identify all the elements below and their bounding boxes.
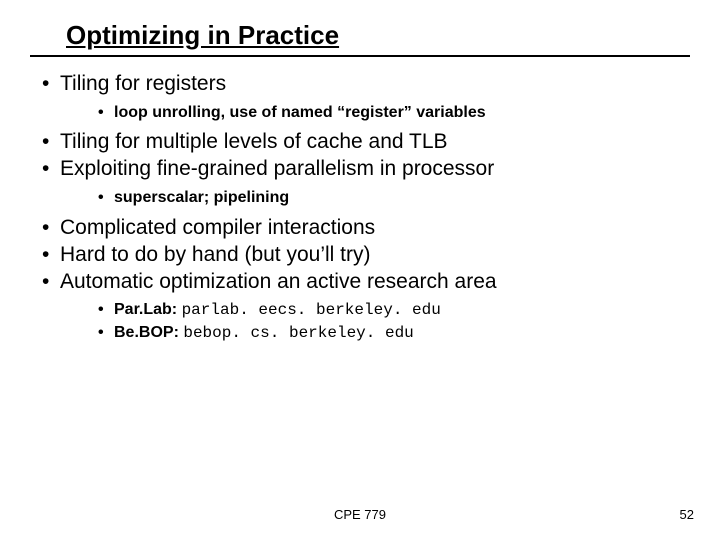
sub-bullet-text: loop unrolling, use of named “register” …	[114, 104, 486, 121]
sub-bullet-url: parlab. eecs. berkeley. edu	[182, 301, 441, 319]
sub-bullet-item: superscalar; pipelining	[98, 187, 690, 209]
footer-page-number: 52	[680, 507, 694, 522]
bullet-text: Tiling for registers	[60, 72, 226, 95]
bullet-item: Exploiting fine-grained parallelism in p…	[40, 156, 690, 208]
slide: Optimizing in Practice Tiling for regist…	[0, 0, 720, 540]
sub-bullet-label: Par.Lab:	[114, 301, 182, 318]
bullet-item: Tiling for multiple levels of cache and …	[40, 129, 690, 156]
sub-bullet-list: superscalar; pipelining	[98, 187, 690, 209]
footer-course: CPE 779	[0, 507, 720, 522]
sub-bullet-list: Par.Lab: parlab. eecs. berkeley. edu Be.…	[98, 299, 690, 344]
title-underline-rule	[30, 55, 690, 57]
bullet-item: Complicated compiler interactions	[40, 215, 690, 242]
sub-bullet-label: Be.BOP:	[114, 324, 183, 341]
sub-bullet-item: Be.BOP: bebop. cs. berkeley. edu	[98, 322, 690, 345]
slide-title: Optimizing in Practice	[66, 20, 690, 51]
bullet-text: Hard to do by hand (but you’ll try)	[60, 243, 371, 266]
bullet-text: Complicated compiler interactions	[60, 216, 375, 239]
bullet-text: Automatic optimization an active researc…	[60, 270, 497, 293]
bullet-item: Tiling for registers loop unrolling, use…	[40, 71, 690, 123]
bullet-text: Exploiting fine-grained parallelism in p…	[60, 157, 494, 180]
bullet-text: Tiling for multiple levels of cache and …	[60, 130, 448, 153]
sub-bullet-url: bebop. cs. berkeley. edu	[183, 324, 413, 342]
sub-bullet-text: superscalar; pipelining	[114, 189, 289, 206]
bullet-item: Automatic optimization an active researc…	[40, 269, 690, 345]
sub-bullet-item: Par.Lab: parlab. eecs. berkeley. edu	[98, 299, 690, 322]
sub-bullet-item: loop unrolling, use of named “register” …	[98, 102, 690, 124]
bullet-item: Hard to do by hand (but you’ll try)	[40, 242, 690, 269]
bullet-list: Tiling for registers loop unrolling, use…	[40, 71, 690, 345]
sub-bullet-list: loop unrolling, use of named “register” …	[98, 102, 690, 124]
